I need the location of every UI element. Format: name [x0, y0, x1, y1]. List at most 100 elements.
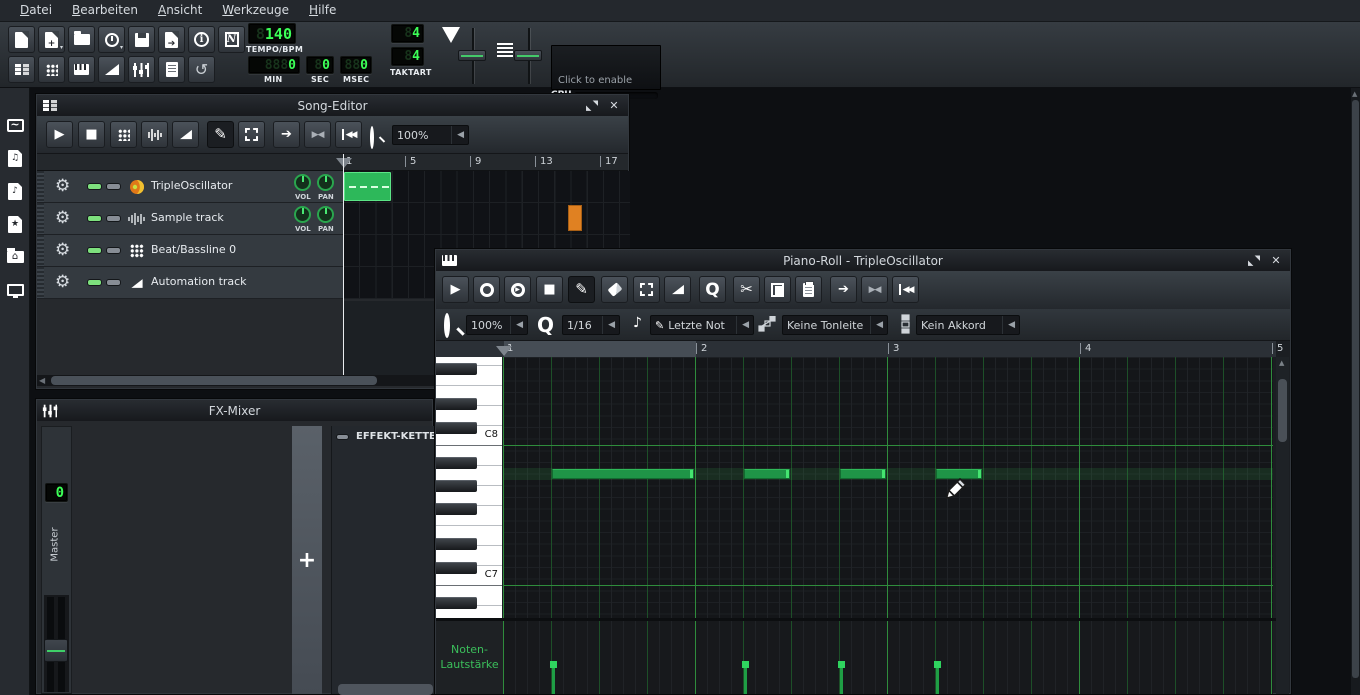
- velocity-knob[interactable]: [550, 661, 557, 668]
- combo-arrow-icon[interactable]: ◀: [736, 316, 749, 334]
- draw-mode-button[interactable]: ✎: [207, 121, 234, 148]
- song-timeline[interactable]: 1 5 9 13 17: [37, 154, 628, 171]
- black-key[interactable]: [436, 480, 477, 492]
- combo-arrow-icon[interactable]: ◀: [870, 316, 883, 334]
- add-fx-channel-button[interactable]: +: [292, 426, 322, 694]
- velocity-bar[interactable]: [744, 668, 747, 694]
- track-grip[interactable]: [37, 203, 44, 234]
- new-from-template-button[interactable]: +▾: [38, 26, 65, 53]
- draw-mode-button[interactable]: ✎: [568, 276, 595, 303]
- add-automation-track-button[interactable]: [172, 121, 199, 148]
- menu-datei[interactable]: Datei: [10, 1, 62, 20]
- master-volume-slider[interactable]: [458, 28, 486, 84]
- sidebar-item-computer[interactable]: [4, 279, 26, 301]
- maximize-button[interactable]: ◥◣: [584, 99, 600, 113]
- sidebar-item-projects[interactable]: ★: [4, 213, 26, 235]
- pan-knob[interactable]: [317, 206, 334, 223]
- piano-roll-timeline[interactable]: 1 2 3 4 5: [436, 341, 1276, 357]
- track-name[interactable]: Sample track: [151, 211, 224, 224]
- rewind-button[interactable]: ◀◀: [892, 276, 919, 303]
- quantize-button[interactable]: Q: [699, 276, 726, 303]
- track-gear-icon[interactable]: ⚙: [55, 207, 70, 229]
- sidebar-item-home[interactable]: ⌂: [4, 246, 26, 268]
- velocity-bar[interactable]: [552, 668, 555, 694]
- toggle-project-notes-button[interactable]: [158, 56, 185, 83]
- combo-arrow-icon[interactable]: ◀: [510, 316, 523, 334]
- menu-hilfe[interactable]: Hilfe: [299, 1, 346, 20]
- chord-combo[interactable]: Kein Akkord ◀: [916, 315, 1020, 335]
- scrollbar-thumb[interactable]: [51, 376, 377, 385]
- scrollbar-thumb[interactable]: [1278, 379, 1287, 442]
- solo-led[interactable]: [106, 215, 121, 222]
- stop-button[interactable]: ■: [78, 121, 105, 148]
- velocity-bar[interactable]: [840, 668, 843, 694]
- export-project-button[interactable]: ➔: [158, 26, 185, 53]
- solo-led[interactable]: [106, 183, 121, 190]
- combo-arrow-icon[interactable]: ◀: [451, 126, 464, 144]
- scroll-left-icon[interactable]: ◀: [39, 376, 45, 385]
- solo-led[interactable]: [106, 279, 121, 286]
- open-project-button[interactable]: [68, 26, 95, 53]
- velocity-knob[interactable]: [838, 661, 845, 668]
- taktart-denominator-display[interactable]: 84: [391, 47, 424, 66]
- add-bb-track-button[interactable]: [110, 121, 137, 148]
- drag-mode-button[interactable]: ➔: [830, 276, 857, 303]
- black-key[interactable]: [436, 457, 477, 469]
- slider-handle[interactable]: [514, 50, 542, 61]
- recently-opened-button[interactable]: ▾: [98, 26, 125, 53]
- q-combo[interactable]: 1/16 ◀: [562, 315, 620, 335]
- slider-handle[interactable]: [458, 50, 486, 61]
- track-name[interactable]: Beat/Bassline 0: [151, 243, 236, 256]
- record-while-playing-button[interactable]: ▶: [504, 276, 531, 303]
- project-notes-button[interactable]: N: [218, 26, 245, 53]
- zoom-combo[interactable]: 100% ◀: [466, 315, 528, 335]
- track-row[interactable]: ⚙ Sample track VOL PAN: [37, 203, 630, 235]
- rewind-button[interactable]: ◀◀: [335, 121, 362, 148]
- black-key[interactable]: [436, 538, 477, 550]
- black-key[interactable]: [436, 503, 477, 515]
- zoom-combo[interactable]: 100% ◀: [392, 125, 469, 145]
- sidebar-item-presets[interactable]: ♪: [4, 180, 26, 202]
- scale-combo[interactable]: Keine Tonleite ◀: [782, 315, 888, 335]
- master-channel-strip[interactable]: 0 Master: [41, 426, 72, 694]
- maximize-button[interactable]: ◥◣: [1246, 254, 1262, 268]
- record-button[interactable]: [473, 276, 500, 303]
- track-lane[interactable]: [343, 203, 630, 234]
- song-editor-titlebar[interactable]: Song-Editor ◥◣ ✕: [37, 95, 628, 116]
- playhead-marker[interactable]: [336, 158, 352, 168]
- track-grip[interactable]: [37, 171, 44, 202]
- add-sample-track-button[interactable]: [141, 121, 168, 148]
- paste-button[interactable]: [795, 276, 822, 303]
- piano-roll-vertical-scrollbar[interactable]: ▲: [1276, 357, 1289, 694]
- workspace-vertical-scrollbar[interactable]: ▲: [1351, 88, 1360, 695]
- toggle-loop-button[interactable]: ▶◀: [304, 121, 331, 148]
- edit-mode-button[interactable]: [238, 121, 265, 148]
- drag-mode-button[interactable]: ➔: [273, 121, 300, 148]
- project-info-button[interactable]: i: [188, 26, 215, 53]
- note-length-combo[interactable]: ✎ Letzte Not ◀: [650, 315, 754, 335]
- menu-ansicht[interactable]: Ansicht: [148, 1, 212, 20]
- mute-led[interactable]: [87, 279, 102, 286]
- close-button[interactable]: ✕: [606, 99, 622, 113]
- pattern-segment[interactable]: [344, 172, 391, 201]
- new-project-button[interactable]: [8, 26, 35, 53]
- volume-knob[interactable]: [294, 206, 311, 223]
- master-fader[interactable]: [44, 595, 69, 692]
- visualization-scope[interactable]: Click to enable: [551, 45, 661, 90]
- track-name[interactable]: TripleOscillator: [151, 179, 232, 192]
- effect-chain-enable-led[interactable]: [336, 434, 349, 440]
- menu-werkzeuge[interactable]: Werkzeuge: [212, 1, 299, 20]
- velocity-knob[interactable]: [742, 661, 749, 668]
- black-key[interactable]: [436, 422, 477, 434]
- fx-mixer-titlebar[interactable]: FX-Mixer: [37, 400, 432, 421]
- toggle-piano-roll-button[interactable]: [68, 56, 95, 83]
- mute-led[interactable]: [87, 183, 102, 190]
- midi-note[interactable]: [744, 469, 790, 479]
- toggle-song-editor-button[interactable]: [8, 56, 35, 83]
- pan-knob[interactable]: [317, 174, 334, 191]
- select-mode-button[interactable]: [633, 276, 660, 303]
- velocity-knob[interactable]: [934, 661, 941, 668]
- note-edit-area[interactable]: [503, 357, 1273, 618]
- track-gear-icon[interactable]: ⚙: [55, 271, 70, 293]
- velocity-bar[interactable]: [936, 668, 939, 694]
